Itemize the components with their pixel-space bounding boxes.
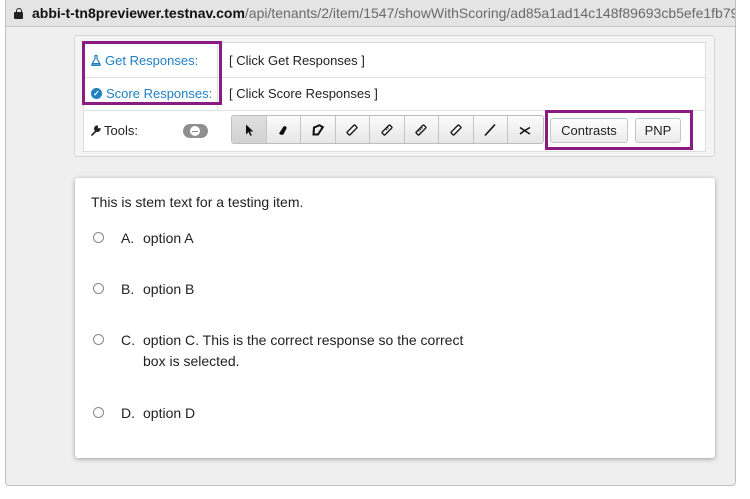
option-text: option D	[143, 405, 196, 421]
lock-icon	[14, 7, 23, 19]
ruler-tool-button-3[interactable]	[404, 116, 439, 143]
ruler-icon	[346, 123, 358, 136]
pointer-icon	[245, 124, 254, 136]
ruler-icon	[450, 123, 462, 136]
highlight-box-contrasts-pnp	[545, 110, 693, 150]
highlight-box-responses	[82, 41, 222, 105]
pointer-tool-button[interactable]	[232, 116, 267, 143]
line-icon	[484, 123, 496, 136]
option-text: option C. This is the correct response s…	[143, 332, 464, 369]
ruler-tool-button-2[interactable]	[370, 116, 405, 143]
highlighter-tool-button[interactable]	[301, 116, 336, 143]
url-host: abbi-t-tn8previewer.testnav.com	[32, 5, 245, 21]
ruler-icon	[415, 123, 427, 136]
minus-icon	[190, 126, 200, 136]
ruler-icon	[381, 123, 393, 136]
option-letter: D.	[121, 405, 135, 421]
eraser-icon	[279, 125, 287, 135]
tools-toggle[interactable]	[183, 124, 208, 138]
wrench-icon	[91, 125, 101, 136]
url-path: /api/tenants/2/item/1547/showWithScoring…	[244, 5, 735, 21]
option-text: option B	[143, 281, 195, 297]
line-tool-button[interactable]	[473, 116, 508, 143]
score-responses-value: [ Click Score Responses ]	[229, 86, 378, 101]
radio-button[interactable]	[93, 232, 104, 243]
option-text: option A	[143, 230, 194, 246]
option-letter: A.	[121, 230, 135, 246]
radio-button[interactable]	[93, 407, 104, 418]
radio-button[interactable]	[93, 334, 104, 345]
address-bar[interactable]: abbi-t-tn8previewer.testnav.com/api/tena…	[6, 0, 735, 27]
tool-button-group	[231, 115, 544, 144]
cross-icon	[519, 126, 531, 135]
item-stem: This is stem text for a testing item.	[91, 194, 304, 210]
item-card: This is stem text for a testing item. A.…	[75, 178, 715, 458]
radio-button[interactable]	[93, 283, 104, 294]
get-responses-value: [ Click Get Responses ]	[229, 53, 365, 68]
option-letter: B.	[121, 281, 135, 297]
option-letter: C.	[121, 332, 135, 348]
tools-label: Tools:	[104, 123, 138, 138]
ruler-tool-button-1[interactable]	[335, 116, 370, 143]
eraser-tool-button[interactable]	[266, 116, 301, 143]
highlighter-icon	[312, 123, 324, 135]
tools-label-wrap: Tools:	[91, 123, 138, 138]
ruler-tool-button-4[interactable]	[439, 116, 474, 143]
cross-tool-button[interactable]	[508, 116, 543, 143]
